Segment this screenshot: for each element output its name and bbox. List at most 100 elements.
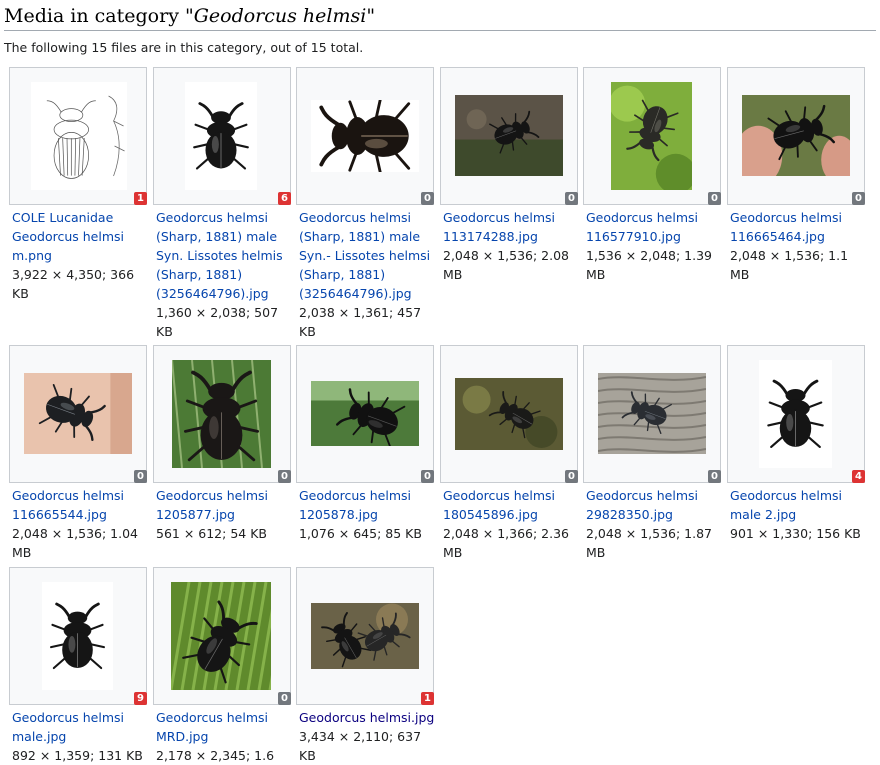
file-name-line[interactable]: Geodorcus helmsi	[586, 486, 722, 505]
thumbnail-link[interactable]: 1	[9, 67, 147, 205]
file-name-link[interactable]: Geodorcus helmsi 1205878.jpg	[299, 486, 435, 524]
file-name-line[interactable]: Geodorcus helmsi	[730, 486, 866, 505]
file-name-line[interactable]: Geodorcus helmsi	[586, 208, 722, 227]
file-name-link[interactable]: Geodorcus helmsi 116577910.jpg	[586, 208, 722, 246]
file-caption: Geodorcus helmsi MRD.jpg 2,178 × 2,345; 1.…	[156, 708, 292, 765]
file-name-line[interactable]: Geodorcus helmsi	[299, 486, 435, 505]
thumbnail-link[interactable]: 0	[153, 345, 291, 483]
file-dimensions-size: MB	[730, 267, 750, 282]
file-name-link[interactable]: Geodorcus helmsi (Sharp, 1881) male Syn.- …	[299, 208, 435, 303]
thumbnail-image[interactable]	[24, 373, 132, 454]
file-name-link[interactable]: Geodorcus helmsi 1205877.jpg	[156, 486, 292, 524]
file-dimensions-size: KB	[299, 324, 316, 339]
thumbnail-link[interactable]: 0	[727, 67, 865, 205]
file-name-line[interactable]: 116577910.jpg	[586, 227, 722, 246]
thumbnail-image[interactable]	[455, 378, 563, 450]
file-name-line[interactable]: m.png	[12, 246, 148, 265]
thumbnail-link[interactable]: 9	[9, 567, 147, 705]
thumbnail-image[interactable]	[611, 82, 692, 190]
file-name-line[interactable]: COLE Lucanidae	[12, 208, 148, 227]
thumbnail-link[interactable]: 0	[440, 67, 578, 205]
thumbnail-image[interactable]	[172, 360, 271, 468]
file-name-link[interactable]: COLE Lucanidae Geodorcus helmsi m.png	[12, 208, 148, 265]
thumbnail-link[interactable]: 0	[296, 345, 434, 483]
thumbnail-image[interactable]	[311, 603, 419, 669]
file-name-line[interactable]: Syn. Lissotes helmis	[156, 246, 292, 265]
file-name-line[interactable]: Geodorcus helmsi	[156, 486, 292, 505]
file-name-line[interactable]: (Sharp, 1881)	[156, 265, 292, 284]
file-name-line[interactable]: Geodorcus helmsi	[443, 486, 579, 505]
file-caption: Geodorcus helmsi 180545896.jpg 2,048 × 1,3…	[443, 486, 579, 562]
usage-count-badge: 0	[421, 192, 434, 205]
file-name-line[interactable]: 116665544.jpg	[12, 505, 148, 524]
thumbnail-image[interactable]	[311, 381, 419, 446]
file-dimensions-size: MB	[12, 545, 32, 560]
file-dimensions-size: 2,048 × 1,366; 2.36	[443, 526, 570, 541]
file-name-line[interactable]: Geodorcus helmsi	[12, 708, 148, 727]
file-name-line[interactable]: 180545896.jpg	[443, 505, 579, 524]
thumbnail-image[interactable]	[311, 100, 419, 172]
file-name-line[interactable]: male.jpg	[12, 727, 148, 746]
file-name-link[interactable]: Geodorcus helmsi (Sharp, 1881) male Syn. L…	[156, 208, 292, 303]
thumbnail-image[interactable]	[31, 82, 127, 190]
file-name-line[interactable]: (3256464796).jpg	[299, 284, 435, 303]
file-name-link[interactable]: Geodorcus helmsi.jpg	[299, 708, 435, 727]
file-name-line[interactable]: Geodorcus helmsi	[12, 227, 148, 246]
thumbnail-link[interactable]: 6	[153, 67, 291, 205]
file-name-link[interactable]: Geodorcus helmsi 180545896.jpg	[443, 486, 579, 524]
file-name-line[interactable]: Geodorcus helmsi	[12, 486, 148, 505]
file-dimensions-size: MB	[586, 545, 606, 560]
file-dimensions-size: KB	[299, 748, 316, 763]
thumbnail-image[interactable]	[759, 360, 832, 468]
thumbnail-image[interactable]	[171, 582, 271, 690]
file-name-line[interactable]: (Sharp, 1881) male	[156, 227, 292, 246]
file-name-link[interactable]: Geodorcus helmsi 29828350.jpg	[586, 486, 722, 524]
file-name-link[interactable]: Geodorcus helmsi MRD.jpg	[156, 708, 292, 746]
file-name-line[interactable]: Geodorcus helmsi	[443, 208, 579, 227]
file-name-line[interactable]: 29828350.jpg	[586, 505, 722, 524]
file-name-line[interactable]: MRD.jpg	[156, 727, 292, 746]
file-name-line[interactable]: Geodorcus helmsi	[156, 708, 292, 727]
file-name-line[interactable]: 113174288.jpg	[443, 227, 579, 246]
thumbnail-image[interactable]	[42, 582, 113, 690]
file-name-link[interactable]: Geodorcus helmsi 116665544.jpg	[12, 486, 148, 524]
thumbnail-link[interactable]: 1	[296, 567, 434, 705]
page-title: Media in category "Geodorcus helmsi"	[4, 3, 876, 31]
thumbnail-link[interactable]: 0	[583, 345, 721, 483]
thumbnail-image[interactable]	[455, 95, 563, 176]
file-dimensions-size: 1,076 × 645; 85 KB	[299, 526, 422, 541]
file-dimensions-size: 3,922 × 4,350; 366	[12, 267, 135, 282]
file-name-line[interactable]: Geodorcus helmsi	[156, 208, 292, 227]
file-dimensions-size: 2,038 × 1,361; 457	[299, 305, 422, 320]
file-name-line[interactable]: (Sharp, 1881)	[299, 265, 435, 284]
file-name-line[interactable]: Syn.- Lissotes helmsi	[299, 246, 435, 265]
usage-count-badge: 0	[852, 192, 865, 205]
thumbnail-link[interactable]: 0	[440, 345, 578, 483]
file-name-line[interactable]: 116665464.jpg	[730, 227, 866, 246]
thumbnail-image[interactable]	[598, 373, 706, 454]
file-dimensions-size: 561 × 612; 54 KB	[156, 526, 267, 541]
file-name-line[interactable]: (3256464796).jpg	[156, 284, 292, 303]
file-name-line[interactable]: 1205878.jpg	[299, 505, 435, 524]
file-name-line[interactable]: Geodorcus helmsi	[299, 208, 435, 227]
file-name-link[interactable]: Geodorcus helmsi male 2.jpg	[730, 486, 866, 524]
thumbnail-link[interactable]: 0	[153, 567, 291, 705]
thumbnail-image[interactable]	[742, 95, 850, 176]
thumbnail-image[interactable]	[185, 82, 257, 190]
file-name-link[interactable]: Geodorcus helmsi male.jpg	[12, 708, 148, 746]
thumbnail-link[interactable]: 0	[9, 345, 147, 483]
file-name-line[interactable]: 1205877.jpg	[156, 505, 292, 524]
file-name-line[interactable]: (Sharp, 1881) male	[299, 227, 435, 246]
usage-count-badge: 0	[708, 192, 721, 205]
file-name-line[interactable]: Geodorcus helmsi	[730, 208, 866, 227]
file-name-link[interactable]: Geodorcus helmsi 113174288.jpg	[443, 208, 579, 246]
file-name-link[interactable]: Geodorcus helmsi 116665464.jpg	[730, 208, 866, 246]
thumbnail-link[interactable]: 0	[296, 67, 434, 205]
thumbnail-link[interactable]: 0	[583, 67, 721, 205]
file-caption: COLE Lucanidae Geodorcus helmsi m.png 3,922…	[12, 208, 148, 303]
file-name-line[interactable]: male 2.jpg	[730, 505, 866, 524]
file-caption: Geodorcus helmsi 116577910.jpg 1,536 × 2,0…	[586, 208, 722, 284]
file-dimensions-size: KB	[12, 286, 29, 301]
thumbnail-link[interactable]: 4	[727, 345, 865, 483]
file-name-line[interactable]: Geodorcus helmsi.jpg	[299, 708, 435, 727]
